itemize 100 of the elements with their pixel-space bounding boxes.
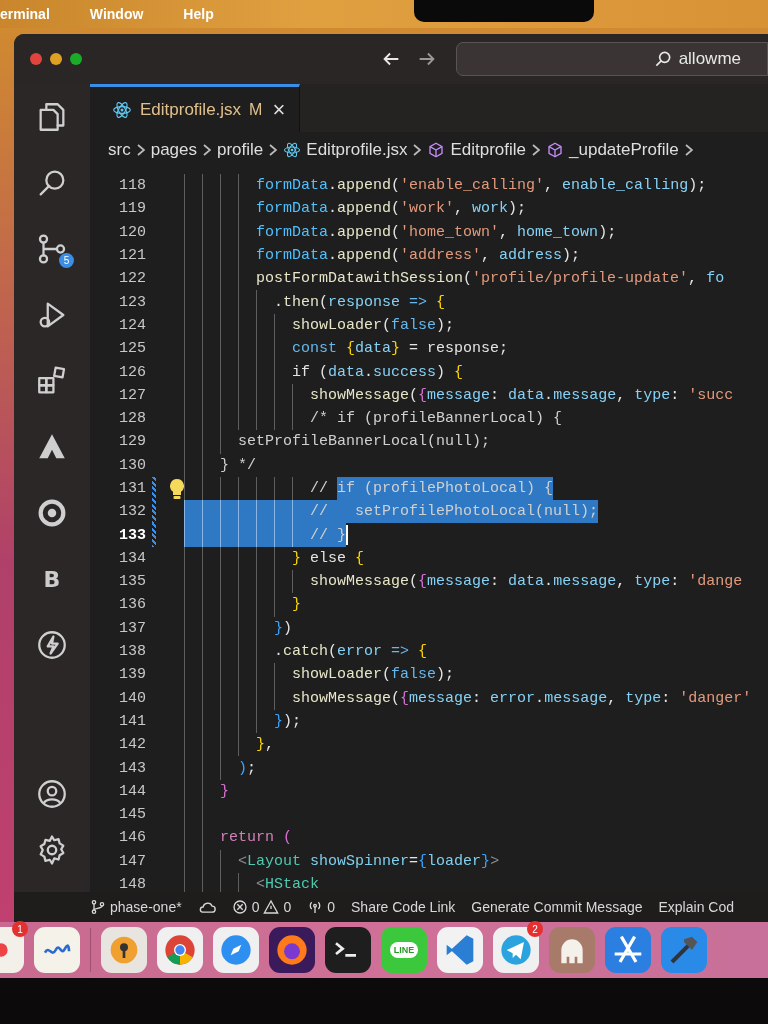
problems-button[interactable]: 0 0 <box>231 899 292 915</box>
breadcrumb-item[interactable]: src <box>108 140 131 160</box>
text-cursor <box>346 525 348 546</box>
compass-icon[interactable] <box>213 927 259 973</box>
code-token: ); <box>283 711 302 732</box>
status-bar-item[interactable]: Generate Commit Message <box>471 899 643 915</box>
code-token: ( <box>382 665 392 686</box>
code-token: catch <box>283 642 329 663</box>
code-token: , <box>688 269 699 290</box>
paper-plane-icon[interactable] <box>493 927 539 973</box>
chrome-icon[interactable] <box>157 927 203 973</box>
code-token: showMessage <box>310 385 410 406</box>
chat-app-icon[interactable]: LINE <box>381 927 427 973</box>
breadcrumb-item[interactable]: profile <box>217 140 264 160</box>
breadcrumb-item[interactable]: Editprofile <box>427 140 527 160</box>
code-token: { <box>418 385 428 406</box>
code-token: formData <box>256 222 328 243</box>
code-token: loader <box>427 851 482 872</box>
code-token: success <box>373 362 437 383</box>
error-icon <box>231 899 248 915</box>
firefox-icon[interactable] <box>269 927 315 973</box>
line-number: 148 <box>119 876 146 894</box>
code-token: . <box>328 246 338 267</box>
code-token: Layout <box>247 851 303 872</box>
code-token: ) <box>283 618 293 639</box>
zoom-button[interactable] <box>70 53 82 65</box>
code-token: 'enable_calling' <box>400 176 545 197</box>
code-token: message <box>553 572 617 593</box>
code-token: 'dange <box>688 572 743 593</box>
line-number: 123 <box>119 293 146 311</box>
port-count: 0 <box>327 899 335 915</box>
code-token: } <box>292 595 301 616</box>
breadcrumb-item[interactable]: _updateProfile <box>546 140 679 160</box>
line-number: 140 <box>119 689 146 707</box>
code-token: fo <box>706 269 725 290</box>
code-token: } <box>391 339 401 360</box>
search-field[interactable]: allowme <box>456 42 768 76</box>
line-number: 128 <box>119 410 146 428</box>
code-token: : <box>661 688 672 709</box>
code-token: . <box>535 688 545 709</box>
status-bar-item[interactable]: Share Code Link <box>351 899 456 915</box>
code-token: = response; <box>408 339 509 360</box>
code-token: ); <box>598 222 617 243</box>
code-token: message <box>553 385 617 406</box>
branch-button[interactable]: phase-one* <box>90 899 182 915</box>
line-number: 139 <box>119 666 146 684</box>
code-token: error <box>337 642 383 663</box>
code-token: } <box>274 618 283 639</box>
editor-tab[interactable]: Editprofile.jsx M × <box>90 84 301 132</box>
code-token: } <box>274 711 283 732</box>
line-number: 135 <box>119 573 146 591</box>
line-number: 119 <box>119 200 146 218</box>
code-token: . <box>544 572 554 593</box>
close-window-button[interactable] <box>30 53 42 65</box>
code-token: < <box>256 875 265 896</box>
account-icon[interactable] <box>35 777 69 811</box>
line-number: 141 <box>119 712 146 730</box>
code-token: formData <box>256 199 328 220</box>
lightbulb-icon[interactable] <box>170 478 184 499</box>
code-token: 'address' <box>400 246 482 267</box>
app-store-icon[interactable] <box>605 927 651 973</box>
app-icon[interactable] <box>0 927 24 973</box>
code-token: . <box>328 199 338 220</box>
status-bar-item[interactable]: Explain Cod <box>658 899 734 915</box>
code-token: > <box>490 851 500 872</box>
code-token: message <box>427 572 491 593</box>
react-icon <box>283 141 302 159</box>
lightning-icon[interactable] <box>35 628 69 662</box>
code-editor-icon[interactable] <box>437 927 483 973</box>
code-token: ) <box>238 758 247 779</box>
elephant-icon[interactable] <box>549 927 595 973</box>
squiggle-app-icon[interactable] <box>34 927 80 973</box>
line-number: 130 <box>119 456 146 474</box>
branch-icon <box>90 899 106 915</box>
line-number: 143 <box>119 759 146 777</box>
code-token: 'profile/profile-update' <box>472 269 689 290</box>
ports-button[interactable]: 0 <box>307 899 335 915</box>
terminal-icon[interactable] <box>325 927 371 973</box>
close-button[interactable]: × <box>270 96 288 123</box>
code-token: formData <box>256 246 328 267</box>
line-number: 132 <box>119 503 146 521</box>
code-token: const <box>292 339 338 360</box>
cloud-icon[interactable] <box>197 901 216 913</box>
chevron-icon <box>136 144 145 156</box>
breadcrumb-item[interactable]: pages <box>150 140 197 160</box>
code-token: showLoader <box>292 315 382 336</box>
code-token: postFormDatawithSession <box>256 269 464 290</box>
code-token: , <box>499 222 510 243</box>
code-token: message <box>544 688 608 709</box>
code-token: ) <box>436 362 447 383</box>
code-token: // } <box>310 523 346 547</box>
hammer-icon[interactable] <box>661 927 707 973</box>
code-token: else <box>309 548 348 569</box>
keyhole-app-icon[interactable] <box>101 927 147 973</box>
code-token: : <box>490 385 501 406</box>
code-token: 'danger' <box>679 688 752 709</box>
code-token: type <box>634 385 671 406</box>
breadcrumb-item[interactable]: Editprofile.jsx <box>283 140 408 160</box>
extension-letter-button[interactable]: B <box>28 546 76 612</box>
minimize-button[interactable] <box>50 53 62 65</box>
